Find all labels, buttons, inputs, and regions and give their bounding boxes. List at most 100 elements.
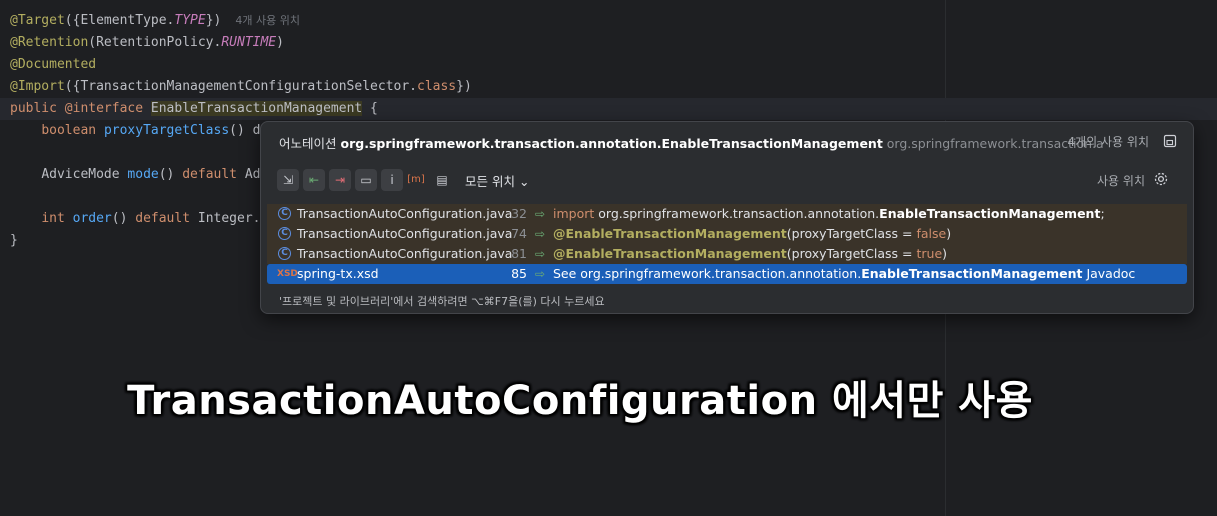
popup-title-class: org.springframework.transaction.annotati… xyxy=(340,136,883,151)
class-file-icon: C xyxy=(278,247,291,260)
code-line-1[interactable]: @Target({ElementType.TYPE}) 4개 사용 위치 xyxy=(10,10,300,32)
usage-row-1[interactable]: C TransactionAutoConfiguration.java 32 ⇨… xyxy=(267,204,1187,224)
snippet-text: ; xyxy=(1100,206,1105,221)
code-line-3[interactable]: @Documented xyxy=(10,54,96,76)
code-line-2[interactable]: @Retention(RetentionPolicy.RUNTIME) xyxy=(10,32,284,54)
code-text: ({ElementType. xyxy=(64,13,175,28)
snippet-keyword: true xyxy=(916,246,943,261)
code-keyword: public xyxy=(10,101,57,116)
read-access-arrow-icon: ⇨ xyxy=(535,207,546,221)
usage-line-number: 74 xyxy=(511,226,527,241)
usage-row-4[interactable]: XSD spring-tx.xsd 85 ⇨ See org.springfra… xyxy=(267,264,1187,284)
interface-name[interactable]: EnableTransactionManagement xyxy=(150,101,363,116)
code-keyword: default xyxy=(182,167,238,182)
snippet-text: (proxyTargetClass = xyxy=(786,226,917,241)
find-usages-popup[interactable]: 어노테이션 org.springframework.transaction.an… xyxy=(260,121,1194,314)
usage-line-number: 81 xyxy=(511,246,527,261)
usage-file-name: TransactionAutoConfiguration.java xyxy=(297,206,513,221)
code-keyword: boolean xyxy=(41,123,97,138)
scope-dropdown[interactable]: 모든 위치 ⌄ xyxy=(465,171,529,190)
code-text: (RetentionPolicy. xyxy=(88,35,222,50)
usage-list: C TransactionAutoConfiguration.java 32 ⇨… xyxy=(261,204,1193,284)
annotation-import: @Import xyxy=(10,79,65,94)
usage-row-2[interactable]: C TransactionAutoConfiguration.java 74 ⇨… xyxy=(267,224,1187,244)
usage-snippet: @EnableTransactionManagement(proxyTarget… xyxy=(553,224,951,244)
annotation-target: @Target xyxy=(10,13,65,28)
snippet-match: EnableTransactionManagement xyxy=(879,206,1101,221)
annotation-retention: @Retention xyxy=(10,35,89,50)
read-access-arrow-icon: ⇨ xyxy=(535,247,546,261)
code-text: () d xyxy=(229,123,261,138)
code-line-7[interactable]: AdviceMode mode() default Ad xyxy=(10,164,261,186)
merge-same-line-icon[interactable]: ⇲ xyxy=(277,169,299,191)
read-access-arrow-icon: ⇨ xyxy=(535,227,546,241)
code-text: { xyxy=(362,101,378,116)
code-keyword: class xyxy=(417,79,457,94)
usage-filter-label[interactable]: 사용 위치 xyxy=(1097,172,1145,189)
show-read-access-icon[interactable]: ⇤ xyxy=(303,169,325,191)
read-access-arrow-icon: ⇨ xyxy=(535,267,546,281)
snippet-match: EnableTransactionManagement xyxy=(861,266,1083,281)
annotation-documented: @Documented xyxy=(10,57,97,72)
code-text: Integer. xyxy=(190,211,261,226)
snippet-match: @EnableTransactionManagement xyxy=(553,246,787,261)
code-text: }) xyxy=(456,79,472,94)
show-method-usages-icon[interactable]: [m] xyxy=(405,169,427,191)
show-write-access-icon[interactable]: ⇥ xyxy=(329,169,351,191)
snippet-match: @EnableTransactionManagement xyxy=(553,226,787,241)
open-in-window-icon[interactable] xyxy=(1163,134,1177,148)
code-constant: RUNTIME xyxy=(221,35,277,50)
popup-footer-hint: '프로젝트 및 라이브러리'에서 검색하려면 ⌥⌘F7을(를) 다시 누르세요 xyxy=(279,295,605,308)
usage-file-name: TransactionAutoConfiguration.java xyxy=(297,246,513,261)
snippet-text: ) xyxy=(946,226,952,241)
code-text: ) xyxy=(276,35,284,50)
code-line-9[interactable]: } xyxy=(10,230,18,252)
usage-snippet: import org.springframework.transaction.a… xyxy=(553,204,1105,224)
code-line-4[interactable]: @Import({TransactionManagementConfigurat… xyxy=(10,76,472,98)
usage-snippet: See org.springframework.transaction.anno… xyxy=(553,264,1135,284)
usage-line-number: 85 xyxy=(511,266,527,281)
method-name: proxyTargetClass xyxy=(103,123,230,138)
class-file-icon: C xyxy=(278,207,291,220)
show-import-usages-icon[interactable]: i xyxy=(381,169,403,191)
snippet-text: See org.springframework.transaction.anno… xyxy=(553,266,862,281)
popup-header: 어노테이션 org.springframework.transaction.an… xyxy=(279,133,1181,153)
code-type: AdviceMode xyxy=(41,167,120,182)
popup-toolbar: ⇲ ⇤ ⇥ ▭ i [m] ▤ 모든 위치 ⌄ 사용 위치 xyxy=(277,168,1181,192)
snippet-text: org.springframework.transaction.annotati… xyxy=(594,206,880,221)
code-text: } xyxy=(10,233,18,248)
usage-line-number: 32 xyxy=(511,206,527,221)
method-name: mode xyxy=(127,167,159,182)
group-by-directory-icon[interactable]: ▭ xyxy=(355,169,377,191)
usage-file-name: spring-tx.xsd xyxy=(297,266,379,281)
scope-label: 모든 위치 xyxy=(465,174,515,189)
class-file-icon: C xyxy=(278,227,291,240)
code-text: }) xyxy=(205,13,222,28)
code-constant: TYPE xyxy=(174,13,206,28)
snippet-keyword: false xyxy=(916,226,947,241)
preview-icon[interactable]: ▤ xyxy=(431,169,453,191)
code-text: () xyxy=(158,167,183,182)
usage-count: 4개의 사용 위치 xyxy=(1067,135,1149,149)
usage-file-name: TransactionAutoConfiguration.java xyxy=(297,226,513,241)
code-keyword: default xyxy=(135,211,191,226)
code-keyword: @interface xyxy=(64,101,144,116)
code-line-8[interactable]: int order() default Integer. xyxy=(10,208,261,230)
code-line-6[interactable]: boolean proxyTargetClass() d xyxy=(10,120,260,142)
snippet-text: (proxyTargetClass = xyxy=(786,246,917,261)
code-text: () xyxy=(111,211,136,226)
gear-icon[interactable] xyxy=(1153,171,1169,187)
usage-snippet: @EnableTransactionManagement(proxyTarget… xyxy=(553,244,947,264)
chevron-down-icon: ⌄ xyxy=(518,174,530,189)
code-line-5[interactable]: public @interface EnableTransactionManag… xyxy=(10,98,378,120)
snippet-text: ) xyxy=(942,246,948,261)
snippet-text: Javadoc xyxy=(1082,266,1136,281)
method-name: order xyxy=(72,211,112,226)
snippet-keyword: import xyxy=(553,206,595,221)
popup-title-prefix: 어노테이션 xyxy=(279,136,337,151)
usage-hint[interactable]: 4개 사용 위치 xyxy=(235,14,300,27)
usage-row-3[interactable]: C TransactionAutoConfiguration.java 81 ⇨… xyxy=(267,244,1187,264)
code-text: Ad xyxy=(237,167,261,182)
code-keyword: int xyxy=(41,211,65,226)
overlay-caption: TransactionAutoConfiguration 에서만 사용 xyxy=(127,378,1033,424)
